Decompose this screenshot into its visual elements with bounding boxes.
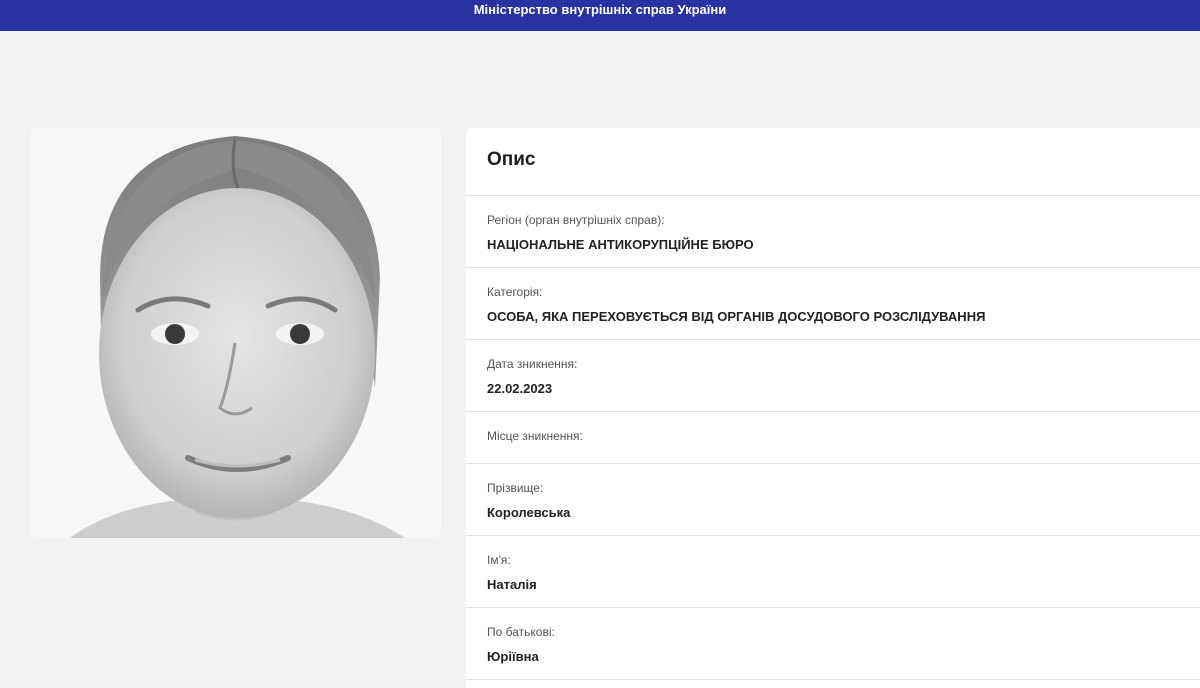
field-label: Регіон (орган внутрішніх справ):: [487, 213, 665, 227]
field-patronymic: По батькові: Юріївна: [466, 608, 1200, 680]
description-title: Опис: [487, 149, 536, 170]
person-photo-icon: [30, 128, 441, 538]
field-region: Регіон (орган внутрішніх справ): НАЦІОНА…: [466, 196, 1200, 268]
top-header-bar: Міністерство внутрішніх справ України: [0, 0, 1200, 31]
person-photo-card: [30, 128, 441, 538]
field-value: Наталія: [487, 577, 537, 592]
field-label: По батькові:: [487, 625, 555, 639]
field-value: Юріївна: [487, 649, 539, 664]
field-value: НАЦІОНАЛЬНЕ АНТИКОРУПЦІЙНЕ БЮРО: [487, 237, 754, 252]
field-value: ОСОБА, ЯКА ПЕРЕХОВУЄТЬСЯ ВІД ОРГАНІВ ДОС…: [487, 309, 986, 324]
field-label: Ім'я:: [487, 553, 511, 567]
description-header: Опис: [466, 128, 1200, 196]
field-value: Королевська: [487, 505, 571, 520]
ministry-title: Міністерство внутрішніх справ України: [473, 2, 727, 17]
field-label: Дата зникнення:: [487, 357, 578, 371]
field-label: Місце зникнення:: [487, 429, 583, 443]
field-label: Прізвище:: [487, 481, 544, 495]
field-value: 22.02.2023: [487, 381, 553, 396]
field-disappearance-place: Місце зникнення:: [466, 412, 1200, 464]
field-label: Категорія:: [487, 285, 543, 299]
field-first-name: Ім'я: Наталія: [466, 536, 1200, 608]
field-surname: Прізвище: Королевська: [466, 464, 1200, 536]
description-panel: Опис Регіон (орган внутрішніх справ): НА…: [466, 128, 1200, 688]
field-category: Категорія: ОСОБА, ЯКА ПЕРЕХОВУЄТЬСЯ ВІД …: [466, 268, 1200, 340]
field-disappearance-date: Дата зникнення: 22.02.2023: [466, 340, 1200, 412]
